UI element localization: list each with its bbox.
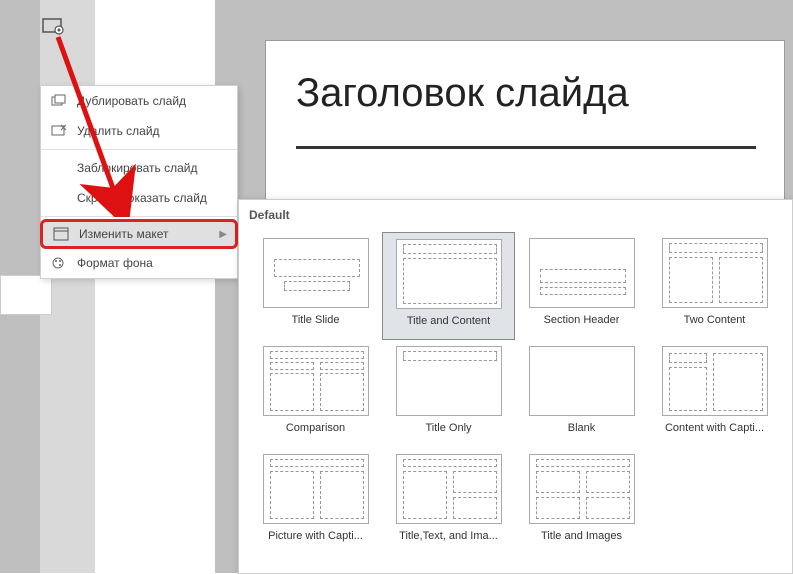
- layout-thumb: [529, 346, 635, 416]
- layout-option-content-caption[interactable]: Content with Capti...: [648, 340, 781, 448]
- layout-label: Title,Text, and Ima...: [399, 530, 498, 542]
- layout-thumb: [662, 238, 768, 308]
- paint-icon: [51, 256, 67, 270]
- layout-label: Title Only: [425, 422, 471, 434]
- layout-option-title-content[interactable]: Title and Content: [382, 232, 515, 340]
- layout-option-title-text-images[interactable]: Title,Text, and Ima...: [382, 448, 515, 556]
- layout-thumb: [263, 238, 369, 308]
- blank-icon: [51, 161, 67, 175]
- layout-thumb: [263, 454, 369, 524]
- menu-item-change-layout[interactable]: Изменить макет ▶: [40, 219, 238, 249]
- layout-label: Content with Capti...: [665, 422, 764, 434]
- chevron-right-icon: ▶: [219, 229, 227, 240]
- menu-item-delete-slide[interactable]: Удалить слайд: [41, 116, 237, 146]
- layout-label: Two Content: [684, 314, 746, 326]
- layout-grid: Title Slide Title and Content Section He…: [249, 232, 782, 556]
- layout-option-section-header[interactable]: Section Header: [515, 232, 648, 340]
- layout-thumb: [396, 454, 502, 524]
- menu-separator: [41, 216, 237, 217]
- menu-item-background-format[interactable]: Формат фона: [41, 248, 237, 278]
- layout-label: Comparison: [286, 422, 345, 434]
- duplicate-icon: [51, 94, 67, 108]
- menu-separator: [41, 149, 237, 150]
- layout-option-picture-caption[interactable]: Picture with Capti...: [249, 448, 382, 556]
- layout-icon: [53, 227, 69, 241]
- layout-thumb: [396, 239, 502, 309]
- layout-option-blank[interactable]: Blank: [515, 340, 648, 448]
- menu-item-duplicate-slide[interactable]: Дублировать слайд: [41, 86, 237, 116]
- slide-title-text[interactable]: Заголовок слайда: [296, 71, 629, 116]
- delete-slide-icon: [51, 124, 67, 138]
- layout-label: Title Slide: [292, 314, 340, 326]
- layout-label: Section Header: [544, 314, 620, 326]
- layout-option-comparison[interactable]: Comparison: [249, 340, 382, 448]
- layout-option-title-only[interactable]: Title Only: [382, 340, 515, 448]
- layout-thumb: [263, 346, 369, 416]
- flyout-header: Default: [249, 208, 782, 222]
- menu-label: Изменить макет: [79, 227, 169, 241]
- layout-thumb: [662, 346, 768, 416]
- layout-label: Blank: [568, 422, 596, 434]
- menu-label: Заблокировать слайд: [77, 161, 197, 175]
- menu-item-lock-slide[interactable]: Заблокировать слайд: [41, 153, 237, 183]
- slide-canvas[interactable]: Заголовок слайда: [265, 40, 785, 200]
- menu-label: Удалить слайд: [77, 124, 160, 138]
- menu-label: Дублировать слайд: [77, 94, 186, 108]
- slide-thumbnail[interactable]: [0, 275, 52, 315]
- layout-option-title-images[interactable]: Title and Images: [515, 448, 648, 556]
- layout-flyout: Default Title Slide Title and Content Se…: [238, 199, 793, 574]
- blank-icon: [51, 191, 67, 205]
- layout-option-title-slide[interactable]: Title Slide: [249, 232, 382, 340]
- layout-thumb: [529, 454, 635, 524]
- slide-subtitle-line: [296, 146, 756, 149]
- menu-item-hide-slide[interactable]: Скрыть/показать слайд: [41, 183, 237, 213]
- layout-label: Title and Content: [407, 315, 490, 327]
- menu-label: Скрыть/показать слайд: [77, 191, 207, 205]
- layout-thumb: [396, 346, 502, 416]
- layout-label: Picture with Capti...: [268, 530, 363, 542]
- layout-option-two-content[interactable]: Two Content: [648, 232, 781, 340]
- layout-thumb: [529, 238, 635, 308]
- display-settings-icon[interactable]: [42, 18, 64, 36]
- menu-label: Формат фона: [77, 256, 153, 270]
- slide-context-menu: Дублировать слайд Удалить слайд Заблокир…: [40, 85, 238, 279]
- layout-label: Title and Images: [541, 530, 622, 542]
